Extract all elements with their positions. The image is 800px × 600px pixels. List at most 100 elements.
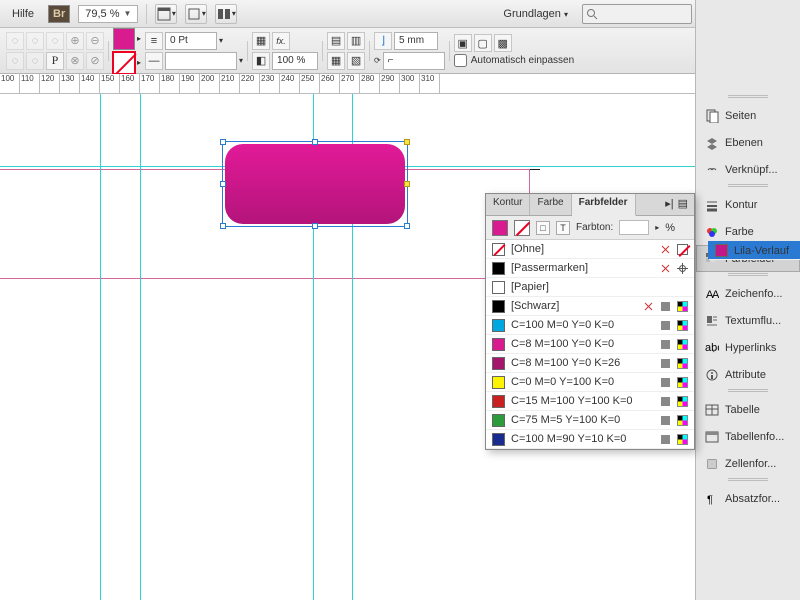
ruler-tick: 160 <box>120 74 140 93</box>
ruler-tick: 250 <box>300 74 320 93</box>
swatch-row[interactable]: C=0 M=0 Y=100 K=0 <box>486 373 694 392</box>
panel-collapse-icon[interactable]: ▸| <box>665 197 673 212</box>
swatch-row[interactable]: [Ohne] <box>486 240 694 259</box>
ruler-tick: 110 <box>20 74 40 93</box>
panel-button-label: Farbe <box>725 226 754 238</box>
ruler-tick: 130 <box>60 74 80 93</box>
pathfinder-icon[interactable]: ⊘ <box>86 52 104 70</box>
panel-button-textwrap[interactable]: Textumflu... <box>696 307 800 334</box>
panel-button-label: Ebenen <box>725 137 763 149</box>
textwrap-shape-icon[interactable]: ▦ <box>327 52 345 70</box>
view-options-1-icon[interactable]: ▾ <box>155 4 177 24</box>
pathfinder-icon[interactable]: ⊖ <box>86 32 104 50</box>
swatch-name: C=0 M=0 Y=100 K=0 <box>511 376 654 388</box>
panel-stroke-swatch[interactable] <box>514 220 530 236</box>
noedit-icon <box>643 301 654 312</box>
guide-vertical[interactable] <box>100 94 101 600</box>
panel-button-cellstyle[interactable]: Zellenfor... <box>696 450 800 477</box>
swatch-row[interactable]: [Schwarz] <box>486 297 694 316</box>
type-on-path-icon[interactable]: P <box>46 52 64 70</box>
ruler-tick: 120 <box>40 74 60 93</box>
stroke-weight-icon: ≡ <box>145 32 163 50</box>
panel-button-label: Attribute <box>725 369 766 381</box>
swatch-row[interactable]: C=75 M=5 Y=100 K=0 <box>486 411 694 430</box>
fill-swatch[interactable] <box>113 28 135 50</box>
pathfinder-icon[interactable]: ⊗ <box>66 52 84 70</box>
corner-shape-select[interactable]: ⌐ <box>383 52 445 70</box>
panel-button-charstyle[interactable]: AAZeichenfo... <box>696 280 800 307</box>
panel-menu-icon[interactable]: ▤ <box>678 197 688 212</box>
corner-options-icon[interactable]: ⌋ <box>374 32 392 50</box>
guide-vertical[interactable] <box>140 94 141 600</box>
tint-input[interactable] <box>619 220 649 235</box>
ruler-tick: 140 <box>80 74 100 93</box>
panel-button-parastyle[interactable]: ¶Absatzfor... <box>696 485 800 512</box>
effects-icon[interactable]: ▦ <box>252 32 270 50</box>
global-icon <box>660 377 671 388</box>
view-options-3-icon[interactable]: ▾ <box>215 4 237 24</box>
opacity-input[interactable]: 100 % <box>272 52 318 70</box>
fill-frame-icon[interactable]: ▩ <box>494 34 512 52</box>
swatch-row[interactable]: C=100 M=0 Y=0 K=0 <box>486 316 694 335</box>
global-icon <box>660 339 671 350</box>
panel-button-stroke[interactable]: Kontur <box>696 191 800 218</box>
ruler-tick: 240 <box>280 74 300 93</box>
panel-button-pages[interactable]: Seiten <box>696 102 800 129</box>
swatch-name: C=100 M=0 Y=0 K=0 <box>511 319 654 331</box>
panel-button-layers[interactable]: Ebenen <box>696 129 800 156</box>
fit-frame-icon[interactable]: ▢ <box>474 34 492 52</box>
horizontal-ruler[interactable]: 1001101201301401501601701801902002102202… <box>0 74 695 94</box>
panel-drag-handle[interactable] <box>696 477 800 485</box>
textwrap-none-icon[interactable]: ▤ <box>327 32 345 50</box>
autofit-checkbox[interactable] <box>454 54 467 67</box>
pathfinder-icon[interactable]: ◌ <box>26 32 44 50</box>
stroke-style-select[interactable] <box>165 52 237 70</box>
fit-content-icon[interactable]: ▣ <box>454 34 472 52</box>
bridge-badge[interactable]: Br <box>48 5 70 23</box>
view-options-2-icon[interactable]: ▾ <box>185 4 207 24</box>
search-input[interactable] <box>582 4 692 24</box>
menu-help[interactable]: Hilfe <box>6 5 40 23</box>
panel-button-table[interactable]: Tabelle <box>696 396 800 423</box>
swatch-row[interactable]: C=8 M=100 Y=0 K=0 <box>486 335 694 354</box>
tab-farbfelder[interactable]: Farbfelder <box>572 194 636 216</box>
swatch-row[interactable]: C=15 M=100 Y=100 K=0 <box>486 392 694 411</box>
swatch-row[interactable]: C=8 M=100 Y=0 K=26 <box>486 354 694 373</box>
panel-button-hyperlink[interactable]: abcHyperlinks <box>696 334 800 361</box>
panel-drag-handle[interactable] <box>696 388 800 396</box>
pathfinder-icon[interactable]: ⊕ <box>66 32 84 50</box>
panel-fill-swatch[interactable] <box>492 220 508 236</box>
stroke-swatch[interactable] <box>113 52 135 74</box>
attributes-icon <box>705 368 719 382</box>
swatches-panel[interactable]: Kontur Farbe Farbfelder ▸|▤ □ T Farbton:… <box>485 193 695 450</box>
swatch-name: [Schwarz] <box>511 300 637 312</box>
fx-icon[interactable]: fx. <box>272 32 290 50</box>
tab-farbe[interactable]: Farbe <box>530 194 571 215</box>
tab-kontur[interactable]: Kontur <box>486 194 530 215</box>
ruler-tick: 190 <box>180 74 200 93</box>
corner-radius-input[interactable]: 5 mm <box>394 32 438 50</box>
text-formatting-icon[interactable]: T <box>556 221 570 235</box>
pathfinder-icon[interactable]: ◌ <box>46 32 64 50</box>
textwrap-jump-icon[interactable]: ▧ <box>347 52 365 70</box>
swatch-row[interactable]: C=100 M=90 Y=10 K=0 <box>486 430 694 449</box>
pathfinder-icon[interactable]: ◌ <box>6 32 24 50</box>
cmyk-icon <box>677 339 688 350</box>
panel-button-attributes[interactable]: Attribute <box>696 361 800 388</box>
zoom-level-dropdown[interactable]: 79,5 % ▼ <box>78 5 138 23</box>
separator <box>146 4 147 24</box>
workspace-switcher[interactable]: Grundlagen ▾ <box>497 6 574 22</box>
panel-button-links[interactable]: Verknüpf... <box>696 156 800 183</box>
panel-drag-handle[interactable] <box>696 183 800 191</box>
swatch-row[interactable]: [Papier] <box>486 278 694 297</box>
panel-drag-handle[interactable] <box>696 94 800 102</box>
panel-drag-handle[interactable] <box>696 272 800 280</box>
container-formatting-icon[interactable]: □ <box>536 221 550 235</box>
stroke-weight-input[interactable]: 0 Pt <box>165 32 217 50</box>
pathfinder-icon[interactable]: ◌ <box>26 52 44 70</box>
swatch-row[interactable]: [Passermarken] <box>486 259 694 278</box>
panel-button-tablestyle[interactable]: Tabellenfo... <box>696 423 800 450</box>
pathfinder-icon[interactable]: ◌ <box>6 52 24 70</box>
textwrap-bound-icon[interactable]: ▥ <box>347 32 365 50</box>
svg-text:¶: ¶ <box>707 494 713 506</box>
